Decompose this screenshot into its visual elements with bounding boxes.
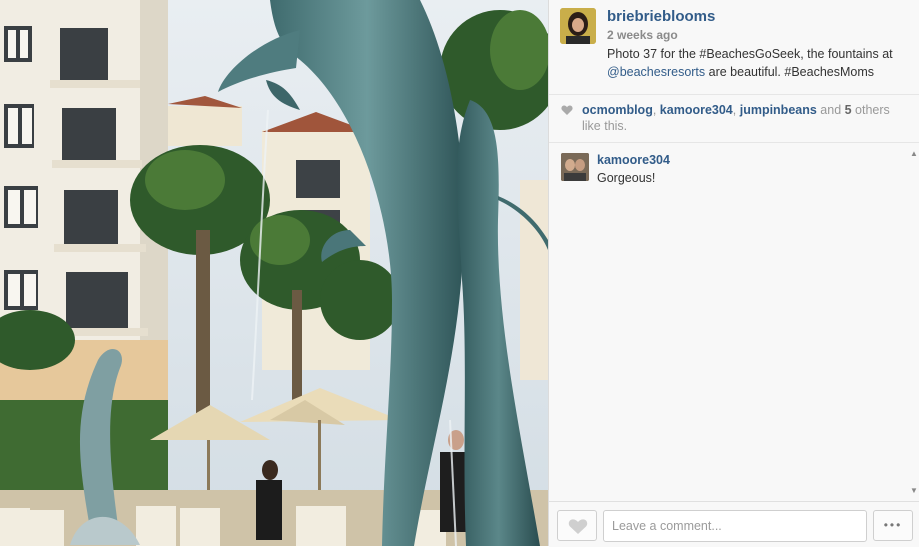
comment-footer: •••	[549, 501, 919, 547]
ellipsis-icon[interactable]: •••	[873, 510, 913, 541]
liker-link[interactable]: ocmomblog	[582, 103, 653, 117]
caption-mention-link[interactable]: @beachesresorts	[607, 65, 705, 79]
likes-and: and	[816, 103, 845, 117]
author-avatar[interactable]	[560, 8, 596, 44]
liker-link[interactable]: jumpinbeans	[740, 103, 817, 117]
comments-scrollbar[interactable]: ▲ ▼	[908, 143, 919, 501]
likes-others-count[interactable]: 5	[845, 103, 852, 117]
post-side-panel: briebrieblooms 2 weeks ago Photo 37 for …	[548, 0, 919, 547]
heart-icon	[561, 105, 573, 115]
post-photo	[0, 0, 548, 546]
comments-list[interactable]: kamoore304 Gorgeous! ▲ ▼	[549, 143, 919, 501]
likes-separator: ,	[732, 103, 740, 117]
like-button[interactable]	[557, 510, 597, 541]
comment-input[interactable]	[603, 510, 867, 542]
caption-text-start: Photo 37 for the #BeachesGoSeek, the fou…	[607, 47, 893, 61]
post-caption: Photo 37 for the #BeachesGoSeek, the fou…	[607, 45, 907, 81]
post-timestamp: 2 weeks ago	[607, 28, 678, 42]
liker-link[interactable]: kamoore304	[660, 103, 733, 117]
commenter-username[interactable]: kamoore304	[597, 153, 670, 167]
comment-text: Gorgeous!	[597, 171, 656, 185]
author-username[interactable]: briebrieblooms	[607, 8, 715, 25]
heart-icon	[568, 519, 588, 534]
likes-section: ocmomblog, kamoore304, jumpinbeans and 5…	[549, 94, 919, 143]
arrow-up-icon[interactable]: ▲	[910, 149, 918, 158]
commenter-avatar[interactable]	[561, 153, 589, 181]
likes-text: ocmomblog, kamoore304, jumpinbeans and 5…	[582, 102, 912, 134]
post-header: briebrieblooms 2 weeks ago Photo 37 for …	[549, 0, 919, 95]
caption-text-end: are beautiful. #BeachesMoms	[705, 65, 874, 79]
arrow-down-icon[interactable]: ▼	[910, 486, 918, 495]
likes-separator: ,	[652, 103, 660, 117]
